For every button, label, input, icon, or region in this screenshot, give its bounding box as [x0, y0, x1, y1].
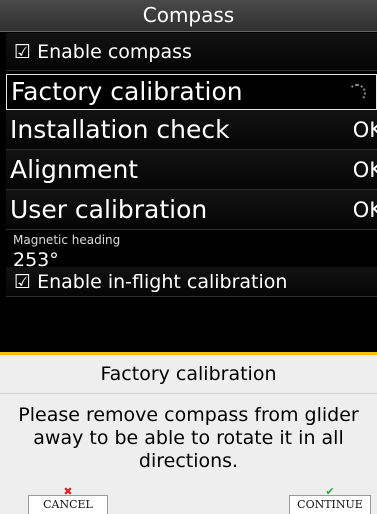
loading-spinner-icon	[348, 84, 366, 102]
cancel-icon: ✖	[63, 485, 73, 498]
continue-button[interactable]: ✔ CONTINUE	[289, 486, 371, 514]
checkbox-checked-icon: ☑	[14, 41, 32, 63]
menu-item-factory-calibration[interactable]: Factory calibration	[6, 74, 377, 110]
menu-item-label: Alignment	[10, 155, 139, 184]
enable-inflight-label: Enable in-flight calibration	[37, 271, 288, 293]
cancel-button[interactable]: ✖ CANCEL	[28, 486, 108, 514]
magnetic-heading-label: Magnetic heading	[13, 233, 121, 247]
screen-title: Compass	[0, 0, 377, 32]
menu-item-installation-check[interactable]: Installation check OK	[6, 110, 377, 150]
status-ok: OK	[352, 158, 377, 182]
status-ok: OK	[352, 118, 377, 142]
continue-label: CONTINUE	[297, 498, 363, 511]
enable-inflight-calibration-checkbox[interactable]: ☑ Enable in-flight calibration	[6, 267, 377, 297]
checkbox-checked-icon: ☑	[14, 271, 32, 293]
menu-item-alignment[interactable]: Alignment OK	[6, 150, 377, 190]
menu-item-label: Factory calibration	[11, 77, 243, 106]
menu-item-user-calibration[interactable]: User calibration OK	[6, 190, 377, 230]
checkmark-icon: ✔	[325, 485, 335, 498]
dialog-title: Factory calibration	[0, 355, 377, 394]
factory-calibration-dialog: Factory calibration Please remove compas…	[0, 352, 377, 514]
menu-item-label: Installation check	[10, 115, 230, 144]
cancel-label: CANCEL	[43, 498, 93, 511]
status-ok: OK	[352, 198, 377, 222]
enable-compass-label: Enable compass	[37, 41, 192, 63]
menu-item-label: User calibration	[10, 195, 208, 224]
enable-compass-checkbox[interactable]: ☑ Enable compass	[6, 33, 377, 71]
dialog-message: Please remove compass from glider away t…	[18, 404, 359, 472]
